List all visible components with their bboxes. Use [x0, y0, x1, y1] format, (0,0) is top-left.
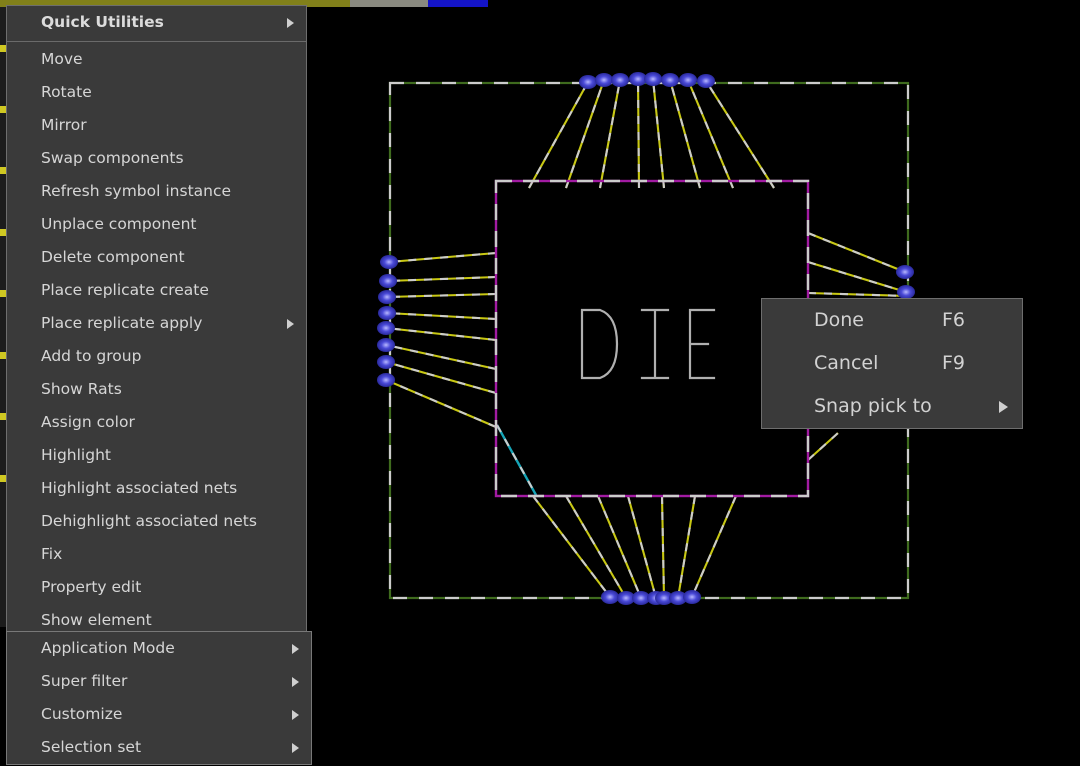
menu-item-super-filter[interactable]: Super filter — [7, 665, 311, 698]
menu-item-label: Place replicate create — [41, 281, 209, 299]
menu-item-label: Show element — [41, 611, 152, 629]
menu-item-quick-utilities[interactable]: Quick Utilities — [7, 6, 306, 39]
chevron-right-icon — [999, 401, 1008, 413]
menu-item-label: Super filter — [41, 672, 127, 690]
menu-item-label: Move — [41, 50, 83, 68]
menu-item-label: Highlight associated nets — [41, 479, 237, 497]
toolbar-gray-segment[interactable] — [350, 0, 428, 7]
menu-item-label: Unplace component — [41, 215, 196, 233]
popup-item-label: Done — [814, 309, 864, 331]
menu-item-label: Show Rats — [41, 380, 122, 398]
component-context-menu[interactable]: Quick Utilities Move Rotate Mirror Swap … — [6, 5, 307, 638]
context-menu-lower-section[interactable]: Application Mode Super filter Customize … — [6, 631, 312, 765]
menu-item-label: Application Mode — [41, 639, 175, 657]
menu-item-refresh-symbol-instance[interactable]: Refresh symbol instance — [7, 175, 306, 208]
menu-item-move[interactable]: Move — [7, 43, 306, 76]
popup-item-accelerator: F9 — [942, 342, 965, 385]
menu-item-label: Mirror — [41, 116, 87, 134]
popup-item-accelerator: F6 — [942, 299, 965, 342]
chevron-right-icon — [292, 677, 299, 687]
menu-item-add-to-group[interactable]: Add to group — [7, 340, 306, 373]
menu-item-label: Dehighlight associated nets — [41, 512, 257, 530]
menu-item-highlight-associated-nets[interactable]: Highlight associated nets — [7, 472, 306, 505]
menu-item-show-rats[interactable]: Show Rats — [7, 373, 306, 406]
menu-item-dehighlight-associated-nets[interactable]: Dehighlight associated nets — [7, 505, 306, 538]
toolbar-blue-segment[interactable] — [428, 0, 488, 7]
menu-item-mirror[interactable]: Mirror — [7, 109, 306, 142]
menu-item-label: Property edit — [41, 578, 141, 596]
popup-item-label: Snap pick to — [814, 395, 932, 417]
menu-item-label: Place replicate apply — [41, 314, 202, 332]
chevron-right-icon — [292, 710, 299, 720]
menu-item-label: Swap components — [41, 149, 184, 167]
chevron-right-icon — [292, 644, 299, 654]
menu-item-label: Selection set — [41, 738, 141, 756]
popup-item-snap-pick-to[interactable]: Snap pick to — [762, 385, 1022, 428]
menu-item-label: Quick Utilities — [41, 13, 164, 31]
menu-item-label: Refresh symbol instance — [41, 182, 231, 200]
menu-item-customize[interactable]: Customize — [7, 698, 311, 731]
done-cancel-popup[interactable]: Done F6 Cancel F9 Snap pick to — [761, 298, 1023, 429]
menu-item-label: Rotate — [41, 83, 92, 101]
menu-item-selection-set[interactable]: Selection set — [7, 731, 311, 764]
menu-item-label: Fix — [41, 545, 62, 563]
popup-item-cancel[interactable]: Cancel F9 — [762, 342, 1022, 385]
menu-item-application-mode[interactable]: Application Mode — [7, 632, 311, 665]
menu-item-assign-color[interactable]: Assign color — [7, 406, 306, 439]
menu-item-highlight[interactable]: Highlight — [7, 439, 306, 472]
menu-item-delete-component[interactable]: Delete component — [7, 241, 306, 274]
chevron-right-icon — [287, 18, 294, 28]
menu-separator — [7, 41, 306, 42]
menu-item-label: Customize — [41, 705, 122, 723]
popup-item-label: Cancel — [814, 352, 878, 374]
menu-item-unplace-component[interactable]: Unplace component — [7, 208, 306, 241]
menu-item-label: Highlight — [41, 446, 111, 464]
menu-item-place-replicate-apply[interactable]: Place replicate apply — [7, 307, 306, 340]
menu-item-fix[interactable]: Fix — [7, 538, 306, 571]
menu-item-label: Assign color — [41, 413, 135, 431]
menu-item-swap-components[interactable]: Swap components — [7, 142, 306, 175]
chevron-right-icon — [287, 319, 294, 329]
chevron-right-icon — [292, 743, 299, 753]
menu-item-property-edit[interactable]: Property edit — [7, 571, 306, 604]
menu-item-place-replicate-create[interactable]: Place replicate create — [7, 274, 306, 307]
menu-item-label: Add to group — [41, 347, 141, 365]
menu-item-label: Delete component — [41, 248, 185, 266]
menu-item-rotate[interactable]: Rotate — [7, 76, 306, 109]
popup-item-done[interactable]: Done F6 — [762, 299, 1022, 342]
